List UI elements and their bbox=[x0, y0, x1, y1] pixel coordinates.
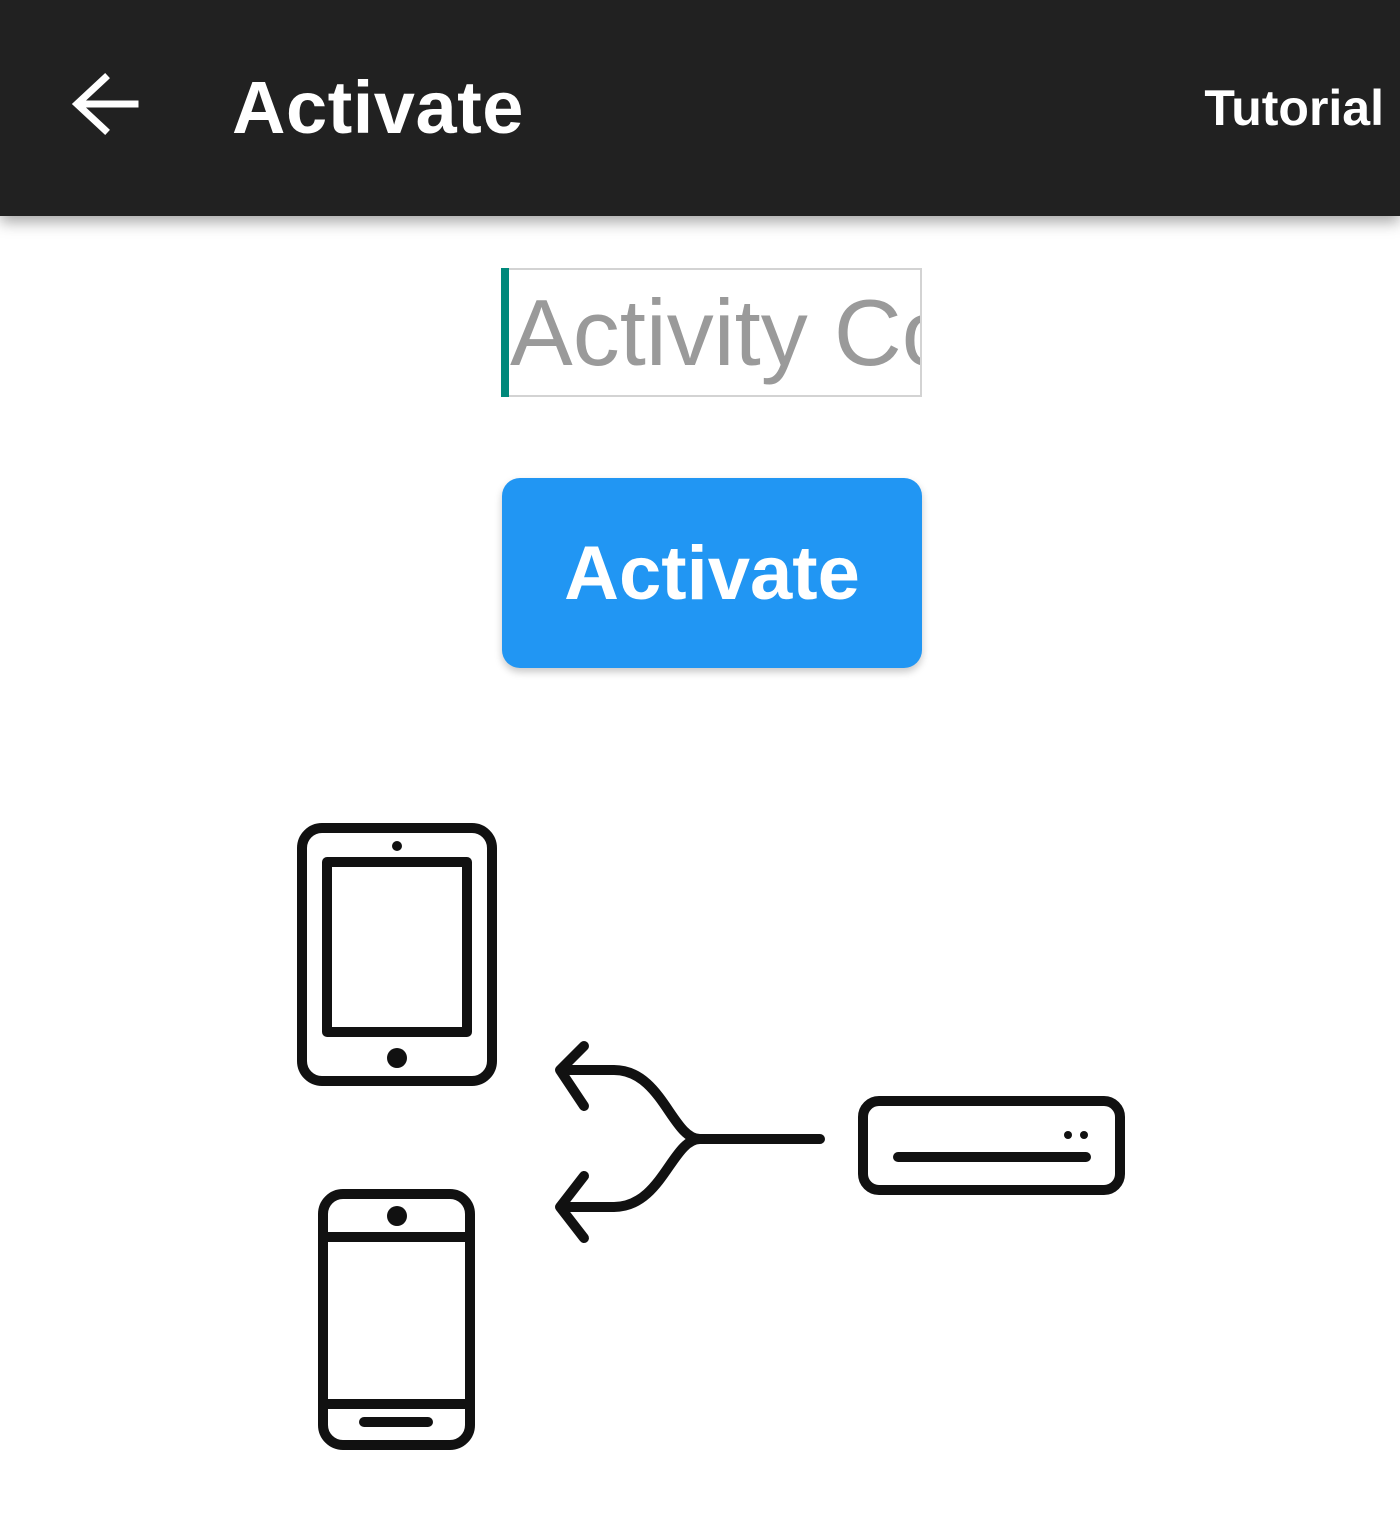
arrow-left-icon bbox=[69, 72, 139, 141]
back-button[interactable] bbox=[52, 56, 156, 156]
activate-button[interactable]: Activate bbox=[502, 478, 922, 668]
tutorial-button[interactable]: Tutorial bbox=[1204, 68, 1384, 148]
top-app-bar: Activate Tutorial bbox=[0, 0, 1400, 216]
activity-code-input[interactable] bbox=[502, 268, 922, 397]
page-title: Activate bbox=[232, 66, 524, 149]
content-card bbox=[220, 232, 1280, 1524]
text-cursor bbox=[501, 268, 509, 397]
